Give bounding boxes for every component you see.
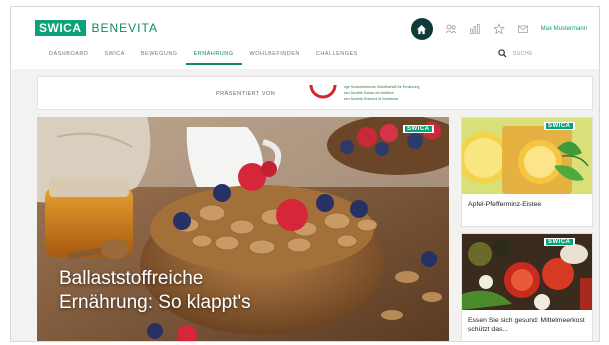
tab-bewegung[interactable]: BEWEGUNG: [133, 47, 186, 65]
search-label: SUCHE: [512, 50, 533, 57]
brand-name: BENEVITA: [91, 21, 158, 35]
tab-dashboard[interactable]: DASHBOARD: [41, 47, 96, 65]
header: SWICA BENEVITA Max Mustermann DASHBOARD …: [11, 7, 599, 69]
hero-title-line: Ernährung: So klappt's: [59, 292, 251, 313]
card-image: SWICA: [462, 118, 592, 194]
sponsor-banner: PRÄSENTIERT VON sge Schweizerische Gesel…: [37, 76, 593, 110]
swica-badge: SWICA: [403, 125, 434, 133]
people-button[interactable]: [445, 23, 457, 35]
article-card[interactable]: SWICA Essen Sie sich gesund: Mittelmeerk…: [461, 233, 593, 341]
star-icon: [492, 23, 505, 35]
card-image: SWICA: [462, 234, 592, 310]
hero-title[interactable]: Ballaststoffreiche Ernährung: So klappt'…: [59, 267, 251, 315]
article-card[interactable]: SWICA Apfel-Pfefferminz-Eistee: [461, 117, 593, 227]
tab-ernaehrung[interactable]: ERNÄHRUNG: [185, 47, 242, 65]
card-title[interactable]: Apfel-Pfefferminz-Eistee: [468, 200, 590, 209]
main-nav: DASHBOARD SWICA BEWEGUNG ERNÄHRUNG WOHLB…: [41, 47, 366, 65]
stats-button[interactable]: [469, 23, 481, 35]
search-icon: [498, 49, 507, 58]
messages-button[interactable]: [517, 23, 529, 35]
sponsor-line: ssn Società Svizzera di Nutrizione: [344, 97, 399, 101]
card-title[interactable]: Essen Sie sich gesund: Mittelmeerkost sc…: [468, 316, 590, 334]
people-icon: [445, 24, 456, 34]
presented-by-label: PRÄSENTIERT VON: [216, 91, 276, 97]
toolbar: Max Mustermann: [410, 18, 587, 40]
user-name-link[interactable]: Max Mustermann: [541, 26, 587, 32]
sponsor-text: sge Schweizerische Gesellschaft für Ernä…: [344, 85, 420, 101]
tab-challenges[interactable]: CHALLENGES: [308, 47, 366, 65]
mail-icon: [517, 25, 528, 33]
favorites-button[interactable]: [492, 23, 505, 35]
app-window: SWICA BENEVITA Max Mustermann DASHBOARD …: [10, 6, 600, 342]
sponsor-line: ssn Société Suisse de Nutrition: [344, 91, 394, 95]
brand-logo[interactable]: SWICA BENEVITA: [35, 20, 158, 36]
swica-logo: SWICA: [35, 20, 86, 36]
search-box[interactable]: SUCHE: [498, 49, 533, 58]
home-icon: [417, 24, 427, 34]
hero-article[interactable]: SWICA Ballaststoffreiche Ernährung: So k…: [37, 117, 449, 341]
chart-icon: [469, 24, 480, 34]
tab-wohlbefinden[interactable]: WOHLBEFINDEN: [242, 47, 308, 65]
sponsor-line: sge Schweizerische Gesellschaft für Ernä…: [344, 85, 420, 89]
swica-badge: SWICA: [544, 238, 575, 246]
home-button[interactable]: [410, 18, 433, 40]
swica-badge: SWICA: [544, 122, 575, 130]
tab-swica[interactable]: SWICA: [96, 47, 133, 65]
hero-title-line: Ballaststoffreiche: [59, 268, 204, 289]
sge-logo-icon[interactable]: [308, 83, 338, 103]
